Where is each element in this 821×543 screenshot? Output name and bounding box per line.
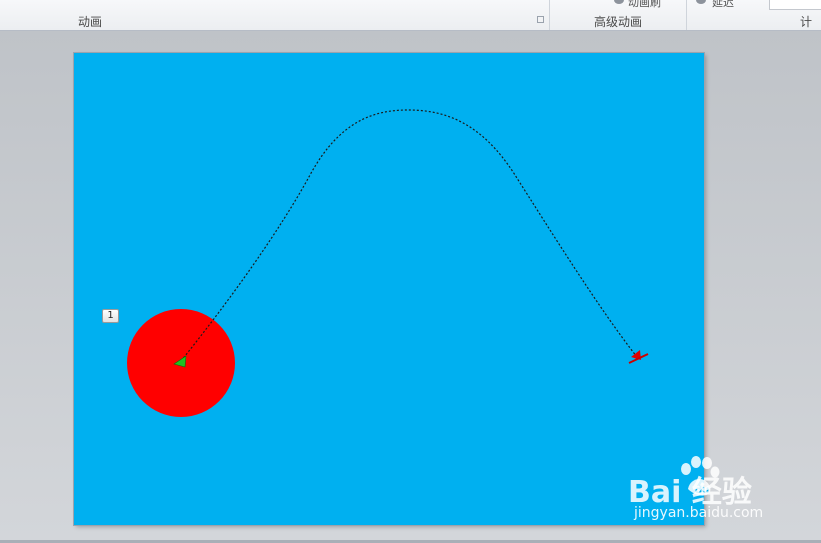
- watermark-url-text: jingyan.baidu.com: [634, 505, 764, 521]
- baidu-watermark: Bai 经验 jingyan.baidu.com: [628, 455, 818, 525]
- motion-path-curve[interactable]: [180, 109, 638, 362]
- path-end-marker-icon: [628, 350, 649, 364]
